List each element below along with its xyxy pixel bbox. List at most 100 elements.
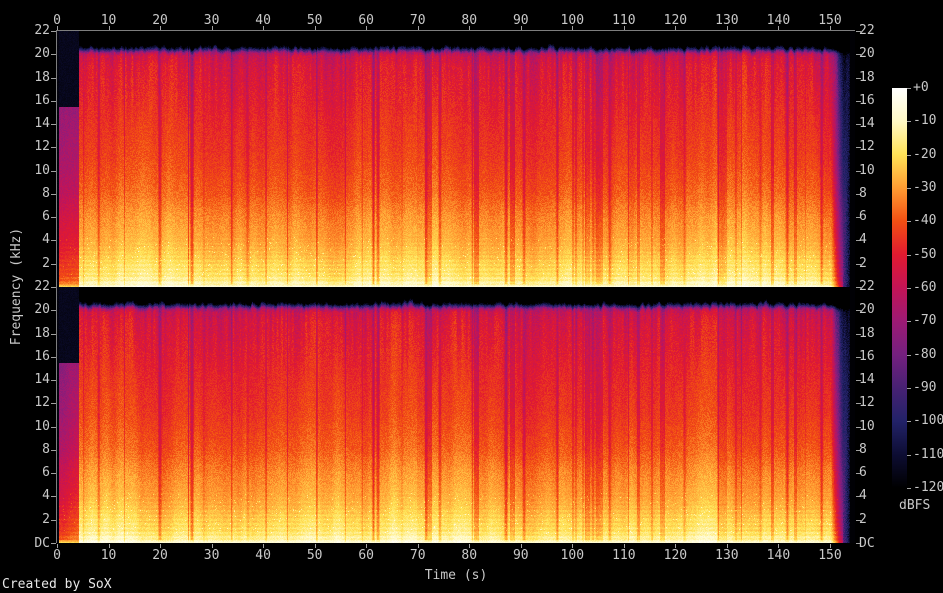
time-tick-label: 30 [203,548,220,563]
frequency-dc-label: DC [859,536,875,551]
colorbar-tick [907,154,911,156]
colorbar-title: dBFS [899,498,931,513]
frequency-tick-label: 6 [42,209,50,225]
colorbar-tick-label: -80 [913,346,937,362]
colorbar-tick-label: +0 [913,80,929,95]
colorbar-tick-label: -110 [913,446,943,462]
sox-spectrogram-image: Frequency (kHz) 0 0 10 10 20 20 30 30 40 40 50 50 60… [0,0,943,593]
frequency-tick [51,124,56,126]
colorbar-tick-label: -30 [913,179,937,195]
frequency-tick-label: 10 [859,418,875,434]
frequency-tick-label: 10 [34,162,50,178]
frequency-tick-label: 18 [859,69,875,85]
time-tick-label: 60 [358,13,374,28]
frequency-tick-label: 20 [34,302,50,318]
frequency-tick [51,77,56,79]
frequency-tick-label: 10 [859,162,875,178]
time-tick-label: 10 [100,13,117,28]
colorbar-gradient [892,88,907,488]
frequency-tick [51,543,56,544]
time-tick-label: 50 [306,548,323,563]
time-tick-label: 80 [461,548,478,563]
frequency-tick-label: 2 [859,255,867,271]
colorbar-tick [907,387,911,389]
time-tick-label: 90 [512,13,529,28]
frequency-tick-label: 12 [859,395,875,411]
time-tick-label: 20 [152,548,168,563]
frequency-tick-label: 22 [859,23,875,38]
frequency-tick [51,426,56,428]
time-tick-label: 70 [409,13,426,28]
colorbar-tick [907,321,911,323]
colorbar-tick [907,454,911,456]
frequency-tick-label: 2 [859,511,867,527]
frequency-tick-label: 8 [859,185,867,201]
spectrogram-left-channel [57,31,855,287]
credit: Created by SoX [2,577,112,592]
time-tick-label: 130 [715,548,739,563]
frequency-tick-label: 4 [42,232,50,248]
frequency-tick-label: 14 [859,372,875,388]
colorbar-tick [907,88,911,89]
frequency-tick-label: 22 [859,279,875,294]
frequency-tick [51,193,56,195]
frequency-tick-label: 18 [34,69,50,85]
colorbar-tick-label: -10 [913,113,937,129]
frequency-tick-label: 14 [34,372,50,388]
frequency-tick-label: 16 [34,92,50,108]
time-tick-label: 20 [152,13,168,28]
time-tick-label: 120 [663,13,688,28]
frequency-tick [51,54,56,56]
frequency-tick-label: 16 [859,92,875,108]
frequency-tick-label: 6 [859,209,867,225]
colorbar-tick-label: -20 [913,146,937,162]
colorbar-tick-label: -70 [913,313,937,329]
frequency-tick [51,147,56,149]
frequency-tick-label: 8 [42,185,50,201]
colorbar-tick [907,354,911,356]
colorbar-tick [907,221,911,223]
colorbar-tick [907,287,911,289]
colorbar-tick [907,487,911,489]
frequency-tick-label: 4 [859,488,867,504]
time-tick-label: 140 [766,13,791,28]
colorbar-tick-label: -60 [913,279,937,295]
time-tick-label: 120 [663,548,688,563]
frequency-tick-label: 18 [34,325,50,341]
frequency-tick-label: 6 [42,465,50,481]
time-tick-label: 50 [306,13,323,28]
frequency-tick [51,473,56,475]
frequency-tick [51,217,56,219]
frequency-tick-label: 18 [859,325,875,341]
frequency-tick [51,263,56,265]
frequency-tick-label: 22 [34,23,50,38]
colorbar-tick [907,121,911,123]
time-tick-label: 30 [203,13,220,28]
colorbar-tick [907,187,911,189]
frequency-tick-label: 20 [34,46,50,62]
frequency-tick [51,403,56,405]
colorbar-tick-label: -40 [913,213,937,229]
time-tick-label: 150 [818,548,842,563]
frequency-tick-label: 6 [859,465,867,481]
time-tick-label: 100 [560,548,585,563]
frequency-tick-label: 4 [42,488,50,504]
frequency-tick-label: 22 [34,279,50,294]
time-tick-label: 100 [560,13,585,28]
frequency-tick-label: 14 [34,116,50,132]
frequency-tick [51,287,56,288]
time-tick-label: 140 [766,548,791,563]
frequency-tick [51,380,56,382]
time-tick-label: 0 [53,13,61,28]
frequency-tick-label: 20 [859,46,875,62]
time-tick-label: 40 [255,13,271,28]
colorbar-tick [907,254,911,256]
colorbar-tick-label: -90 [913,379,937,395]
time-tick-label: 130 [715,13,739,28]
frequency-tick [51,100,56,102]
time-tick-label: 150 [818,13,842,28]
frequency-tick [51,519,56,521]
frequency-tick [51,496,56,498]
time-axis-title: Time (s) [424,568,488,583]
frequency-tick [51,333,56,335]
